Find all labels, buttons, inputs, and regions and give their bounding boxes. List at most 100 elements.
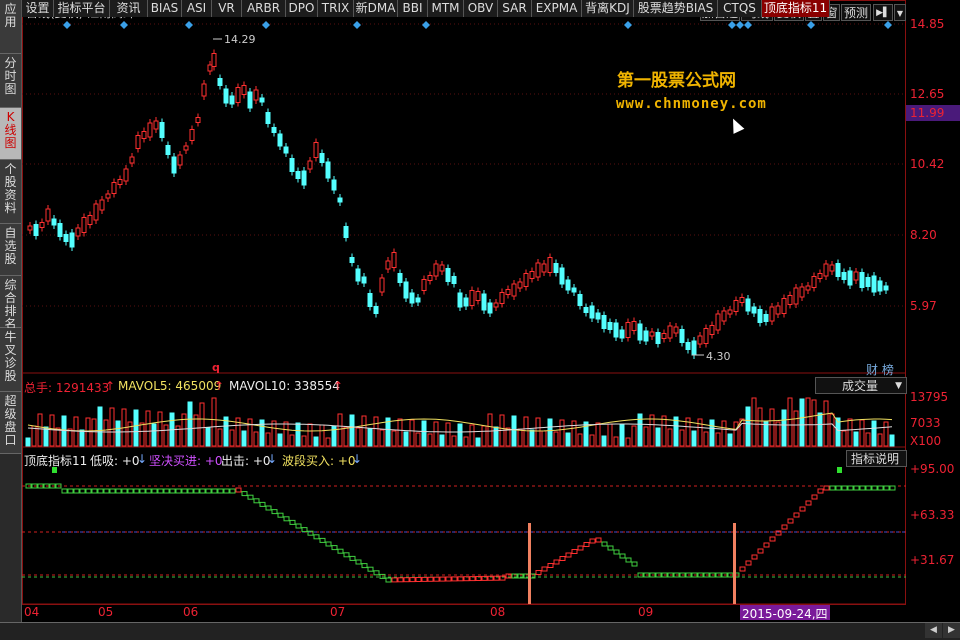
- indicator-step: [181, 488, 188, 494]
- candle-body: [319, 153, 325, 163]
- sidebar-item[interactable]: 应用: [0, 0, 21, 54]
- volume-bar: [199, 402, 205, 447]
- candle-body: [367, 293, 373, 307]
- tab-16[interactable]: 背离KDJ: [582, 0, 634, 17]
- watermark-title: 第一股票公式网: [617, 71, 736, 91]
- indicator-step: [763, 542, 770, 548]
- sidebar-item[interactable]: 个股资料: [0, 160, 21, 224]
- kline-chart[interactable]: [22, 0, 906, 605]
- candle-body: [553, 263, 559, 273]
- candle-body: [583, 307, 589, 313]
- tab-11[interactable]: BBI: [398, 0, 428, 17]
- tab-3[interactable]: 资讯: [110, 0, 148, 17]
- volume-bar: [715, 432, 721, 447]
- candle-body: [201, 83, 207, 97]
- indicator-step: [847, 485, 854, 491]
- sidebar-item[interactable]: 超级盘口: [0, 392, 21, 454]
- price-tick: 10.42: [910, 157, 945, 171]
- next-icon[interactable]: ▶▌: [873, 4, 893, 21]
- watermark-url: www.chnmoney.com: [616, 96, 767, 112]
- chevron-down-icon: ▼: [895, 381, 902, 391]
- indicator-step: [823, 485, 830, 491]
- indicator-step: [253, 498, 260, 504]
- tab-14[interactable]: SAR: [498, 0, 532, 17]
- volume-bar: [661, 415, 667, 447]
- chevron-down-icon[interactable]: ▼: [894, 4, 906, 21]
- tab-5[interactable]: ASI: [182, 0, 212, 17]
- volume-bar: [589, 434, 595, 447]
- tab-2[interactable]: 指标平台: [54, 0, 110, 17]
- volume-bar: [493, 426, 499, 447]
- volume-bar: [451, 435, 457, 447]
- volume-bar: [463, 436, 469, 447]
- tab-18[interactable]: CTQS: [718, 0, 762, 17]
- indicator-explain-button[interactable]: 指标说明: [846, 450, 907, 467]
- indicator-step: [127, 488, 134, 494]
- volume-bar: [247, 418, 253, 447]
- tab-9[interactable]: TRIX: [318, 0, 354, 17]
- indicator-step: [565, 552, 572, 558]
- indicator-step: [97, 488, 104, 494]
- indicator-step: [883, 485, 890, 491]
- candle-body: [355, 268, 361, 282]
- tab-19[interactable]: 顶底指标11: [762, 0, 830, 17]
- candle-body: [829, 264, 835, 272]
- indicator-step: [163, 488, 170, 494]
- volume-bar: [667, 428, 673, 447]
- sidebar-item[interactable]: 综合排名: [0, 276, 21, 331]
- volume-bar: [793, 410, 799, 447]
- volume-bar: [241, 430, 247, 447]
- candle-body: [421, 279, 427, 291]
- candle-body: [763, 314, 769, 322]
- candle-body: [409, 292, 415, 304]
- tab-10[interactable]: 新DMA: [354, 0, 398, 17]
- indicator-step: [229, 488, 236, 494]
- indicator-select[interactable]: 成交量 ▼: [815, 377, 907, 394]
- tab-4[interactable]: BIAS: [148, 0, 182, 17]
- volume-bar: [577, 433, 583, 447]
- date-highlight: 2015-09-24,四: [740, 605, 830, 621]
- candle-body: [781, 298, 787, 314]
- volume-bar: [829, 413, 835, 447]
- volume-bar: [343, 426, 349, 447]
- candle-body: [841, 272, 847, 280]
- candle-body: [57, 223, 63, 237]
- candle-body: [739, 297, 745, 303]
- volume-bar: [697, 418, 703, 447]
- tab-13[interactable]: OBV: [464, 0, 498, 17]
- tab-7[interactable]: ARBR: [242, 0, 286, 17]
- q-marker: q: [212, 361, 220, 374]
- candle-body: [439, 264, 445, 272]
- sidebar-item[interactable]: 自选股: [0, 224, 21, 276]
- indicator-step: [739, 566, 746, 572]
- signal-diamond: [63, 21, 71, 29]
- sidebar-item[interactable]: 牛叉诊股: [0, 328, 21, 392]
- volume-bar: [445, 422, 451, 447]
- tab-1[interactable]: 设置: [22, 0, 54, 17]
- scroll-right-icon[interactable]: ▶: [943, 623, 960, 638]
- finance-rank-label[interactable]: 财 榜: [866, 361, 894, 378]
- indicator-step: [589, 538, 596, 544]
- volume-bar: [733, 421, 739, 447]
- candle-body: [571, 287, 577, 293]
- tab-12[interactable]: MTM: [428, 0, 464, 17]
- sidebar-item[interactable]: 分时图: [0, 54, 21, 108]
- volume-bar: [565, 432, 571, 447]
- scroll-left-icon[interactable]: ◀: [925, 623, 942, 638]
- forecast-button[interactable]: 预测: [841, 4, 871, 21]
- candle-body: [69, 232, 75, 248]
- candle-body: [63, 234, 69, 242]
- sidebar-item[interactable]: K线图: [0, 108, 21, 160]
- candle-body: [253, 89, 259, 101]
- candle-body: [499, 292, 505, 304]
- volume-bar: [313, 436, 319, 447]
- indicator-step: [295, 523, 302, 529]
- tab-17[interactable]: 股票趋势BIAS: [634, 0, 718, 17]
- candle-body: [529, 271, 535, 279]
- tab-8[interactable]: DPO: [286, 0, 318, 17]
- chart-area[interactable]: [22, 0, 906, 605]
- tab-6[interactable]: VR: [212, 0, 242, 17]
- candle-body: [883, 285, 889, 291]
- tab-15[interactable]: EXPMA: [532, 0, 582, 17]
- volume-bar: [553, 431, 559, 447]
